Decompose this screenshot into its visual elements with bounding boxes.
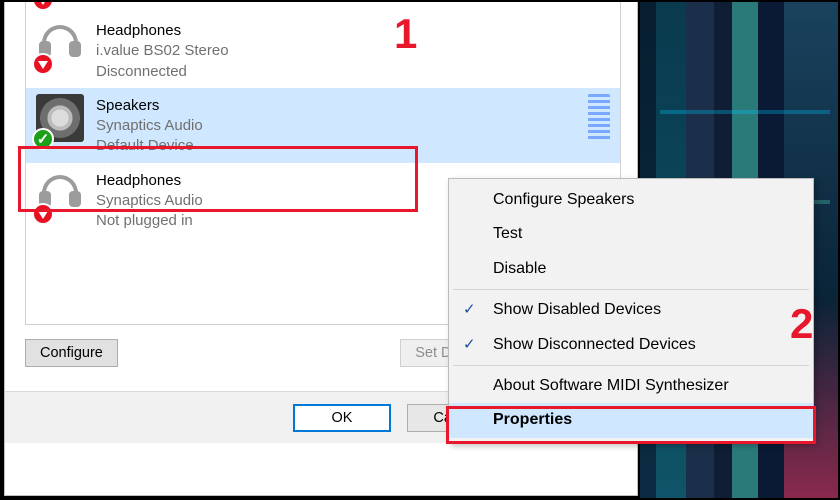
- menu-configure-speakers[interactable]: Configure Speakers: [449, 183, 813, 217]
- device-context-menu: Configure Speakers Test Disable Show Dis…: [448, 178, 814, 443]
- disconnected-badge-icon: [32, 53, 54, 75]
- menu-test[interactable]: Test: [449, 217, 813, 251]
- disconnected-badge-icon: [32, 0, 54, 11]
- menu-about-midi[interactable]: About Software MIDI Synthesizer: [449, 369, 813, 403]
- device-subtitle: Synaptics Audio: [96, 116, 203, 136]
- device-status: Default Device: [96, 136, 203, 156]
- device-row-speakers[interactable]: Speakers Synaptics Audio Default Device: [26, 88, 620, 163]
- device-title: Headphones: [96, 21, 229, 41]
- device-row-bt-headphones[interactable]: Headphones i.value BS02 Stereo Disconnec…: [26, 13, 620, 88]
- device-row-handsfree[interactable]: i.value BS02 Hands-Free AG Audio Disconn…: [26, 0, 620, 13]
- device-status: Disconnected: [96, 62, 229, 82]
- menu-disable[interactable]: Disable: [449, 252, 813, 286]
- unplugged-badge-icon: [32, 203, 54, 225]
- menu-properties[interactable]: Properties: [449, 403, 813, 437]
- ok-button[interactable]: OK: [293, 404, 391, 432]
- menu-show-disabled[interactable]: Show Disabled Devices: [449, 293, 813, 327]
- device-subtitle: i.value BS02 Stereo: [96, 41, 229, 61]
- device-status: Not plugged in: [96, 211, 203, 231]
- menu-separator: [453, 289, 809, 290]
- annotation-number-2: 2: [790, 300, 813, 348]
- configure-button[interactable]: Configure: [25, 339, 118, 367]
- volume-meter: [588, 94, 610, 140]
- device-title: Speakers: [96, 96, 203, 116]
- annotation-number-1: 1: [394, 10, 417, 58]
- device-title: Headphones: [96, 171, 203, 191]
- device-subtitle: Synaptics Audio: [96, 191, 203, 211]
- menu-separator: [453, 365, 809, 366]
- menu-show-disconnected[interactable]: Show Disconnected Devices: [449, 328, 813, 362]
- default-device-badge-icon: [32, 128, 54, 150]
